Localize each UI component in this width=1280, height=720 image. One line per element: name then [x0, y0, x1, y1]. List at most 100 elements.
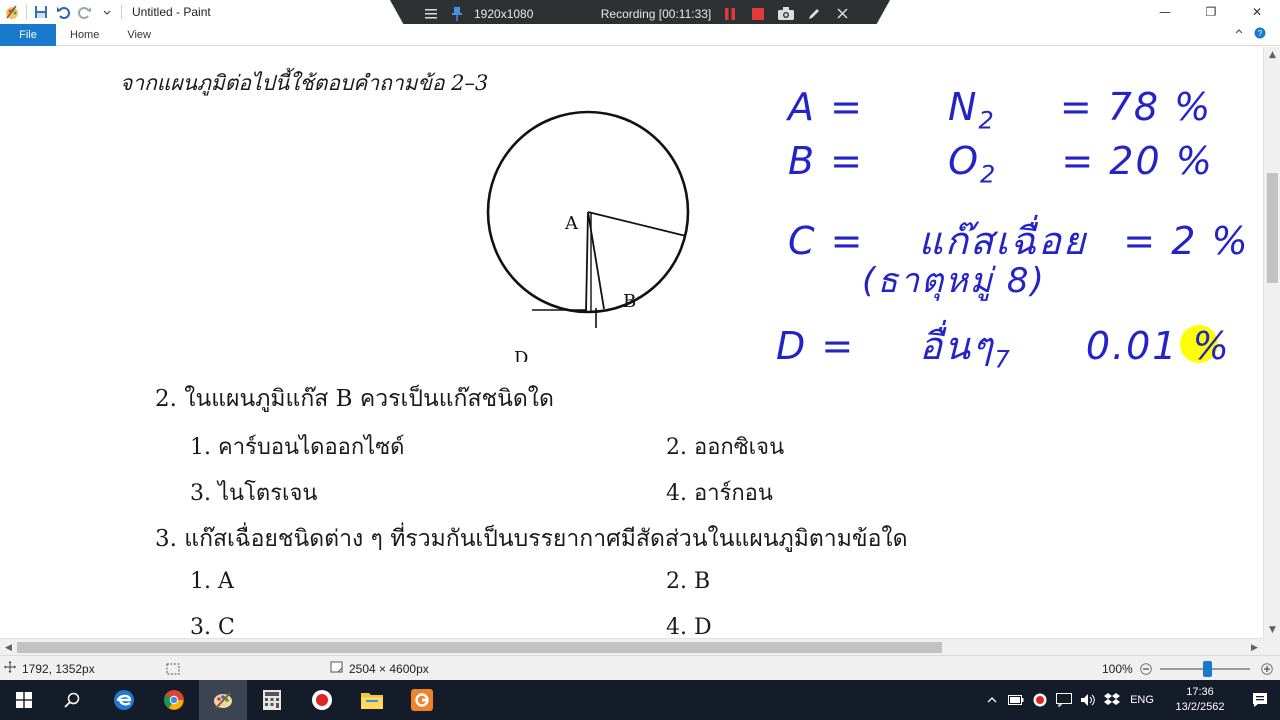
scroll-right-icon[interactable]: ▶ — [1246, 639, 1263, 656]
annotation-b-gas: O — [948, 139, 981, 183]
ribbon-right-controls: ? — [1234, 27, 1266, 42]
window-title: Untitled - Paint — [132, 5, 211, 19]
annotation-d-gas: อื่นๆ — [919, 324, 995, 368]
battery-icon[interactable] — [1004, 695, 1028, 705]
q3-option-4: 4. D — [666, 615, 712, 638]
paint-taskbar-icon[interactable] — [199, 680, 247, 720]
annotation-b-value: = 20 % — [1061, 139, 1214, 183]
quick-access-toolbar — [0, 0, 122, 24]
help-icon[interactable]: ? — [1254, 27, 1266, 42]
canvas-size-text: 2504 × 4600px — [349, 661, 429, 676]
label-a: A — [564, 213, 579, 234]
canvas-size-icon — [330, 661, 343, 676]
zoom-out-icon[interactable] — [1140, 656, 1152, 681]
cursor-position-text: 1792, 1352px — [22, 661, 95, 676]
annotation-d-value: 0.01 % — [1085, 324, 1231, 368]
search-icon[interactable] — [48, 680, 96, 720]
recorder-tray-icon[interactable] — [1028, 693, 1052, 707]
pen-draw-icon[interactable] — [800, 0, 828, 27]
camera-icon[interactable] — [772, 0, 800, 27]
scroll-corner — [1263, 638, 1280, 655]
separator — [121, 5, 122, 19]
gas-pie-diagram: A B C D — [486, 110, 690, 362]
start-windows-icon[interactable] — [0, 680, 48, 720]
annotation-d-label: D = — [776, 324, 856, 368]
clock[interactable]: 17:36 13/2/2562 — [1160, 685, 1240, 715]
window-controls: — ❐ ✕ — [1142, 0, 1280, 24]
close-button[interactable]: ✕ — [1234, 0, 1280, 24]
cursor-position: 1792, 1352px — [4, 656, 95, 681]
zoom-in-icon[interactable] — [1261, 656, 1273, 681]
canvas-size: 2504 × 4600px — [330, 656, 429, 681]
pin-icon[interactable] — [446, 0, 468, 27]
customize-qat-chevron-icon[interactable] — [99, 4, 115, 20]
paint-app-icon[interactable] — [4, 4, 20, 20]
tab-file[interactable]: File — [0, 23, 56, 46]
maximize-button[interactable]: ❐ — [1188, 0, 1234, 24]
separator — [26, 5, 27, 19]
expand-ribbon-icon[interactable] — [1234, 27, 1244, 42]
q2-option-1: 1. คาร์บอนไดออกไซด์ — [190, 435, 405, 460]
horizontal-scroll-thumb[interactable] — [17, 642, 942, 653]
tab-home[interactable]: Home — [56, 24, 113, 46]
stop-recording-icon[interactable] — [744, 0, 772, 27]
calculator-icon[interactable] — [248, 680, 296, 720]
annotation-c-label: C = — [788, 219, 865, 263]
notification-chat-icon[interactable] — [1052, 693, 1076, 707]
dropbox-icon[interactable] — [1100, 693, 1124, 707]
svg-text:?: ? — [1258, 29, 1263, 38]
annotation-line-a: A = N2 = 78 % — [788, 85, 1212, 135]
close-recorder-icon[interactable] — [828, 0, 856, 27]
horizontal-scrollbar[interactable]: ◀ ▶ — [0, 638, 1263, 655]
recording-resolution: 1920x1080 — [474, 6, 534, 21]
volume-icon[interactable] — [1076, 693, 1100, 707]
pause-recording-icon[interactable] — [716, 0, 744, 27]
annotation-a-label: A = — [788, 85, 864, 129]
annotation-c-value: = 2 % — [1123, 219, 1250, 263]
paint-canvas[interactable]: จากแผนภูมิต่อไปนี้ใช้ตอบคำถามข้อ 2–3 A B… — [0, 47, 1263, 638]
annotation-line-b: B = O2 = 20 % — [788, 139, 1214, 189]
annotation-a-value: = 78 % — [1059, 85, 1213, 129]
annotation-d-sub: 7 — [994, 345, 1012, 374]
scroll-up-icon[interactable]: ▲ — [1264, 47, 1280, 63]
q2-option-4: 4. อาร์กอน — [666, 481, 773, 506]
vertical-scroll-thumb[interactable] — [1267, 173, 1278, 283]
save-icon[interactable] — [33, 4, 49, 20]
annotation-b-sub: 2 — [980, 160, 998, 189]
recording-toolbar: 1920x1080 Recording [00:11:33] — [390, 0, 890, 27]
action-center-icon[interactable] — [1240, 692, 1280, 708]
question-3: 3. แก๊สเฉื่อยชนิดต่าง ๆ ที่รวมกันเป็นบรร… — [155, 526, 908, 552]
screen-recorder-icon[interactable] — [298, 680, 346, 720]
q2-option-2: 2. ออกซิเจน — [666, 435, 785, 460]
chrome-browser-icon[interactable] — [150, 680, 198, 720]
annotation-a-gas: N — [948, 85, 979, 129]
annotation-a-sub: 2 — [978, 106, 996, 135]
undo-icon[interactable] — [55, 4, 71, 20]
zoom-slider-thumb[interactable] — [1203, 661, 1212, 677]
annotation-line-d: D = อื่นๆ7 0.01 % — [776, 315, 1231, 376]
input-language[interactable]: ENG — [1124, 694, 1160, 706]
recording-status: Recording [00:11:33] — [600, 6, 712, 21]
question-2: 2. ในแผนภูมิแก๊ส B ควรเป็นแก๊สชนิดใด — [155, 386, 554, 412]
pie-divider-b-top — [587, 211, 687, 237]
edge-browser-icon[interactable] — [100, 680, 148, 720]
hamburger-menu-icon[interactable] — [420, 0, 442, 27]
clock-date: 13/2/2562 — [1175, 701, 1225, 713]
orange-app-icon[interactable] — [398, 680, 446, 720]
redo-icon[interactable] — [77, 4, 93, 20]
pie-divider-c-left — [585, 211, 589, 313]
annotation-c-note: (ธาตุหมู่ 8) — [862, 261, 1046, 301]
minimize-button[interactable]: — — [1142, 0, 1188, 24]
scroll-left-icon[interactable]: ◀ — [0, 639, 17, 656]
scroll-down-icon[interactable]: ▼ — [1264, 622, 1280, 638]
label-d: D — [514, 348, 528, 362]
vertical-scrollbar[interactable]: ▲ ▼ — [1263, 47, 1280, 638]
tab-view[interactable]: View — [113, 24, 165, 46]
clock-time: 17:36 — [1186, 686, 1214, 698]
file-explorer-icon[interactable] — [348, 680, 396, 720]
q2-option-3: 3. ไนโตรเจน — [190, 481, 318, 506]
tray-expand-chevron-icon[interactable] — [980, 696, 1004, 704]
selection-size-icon — [166, 656, 180, 681]
zoom-level: 100% — [1102, 661, 1133, 676]
label-b: B — [623, 291, 636, 312]
